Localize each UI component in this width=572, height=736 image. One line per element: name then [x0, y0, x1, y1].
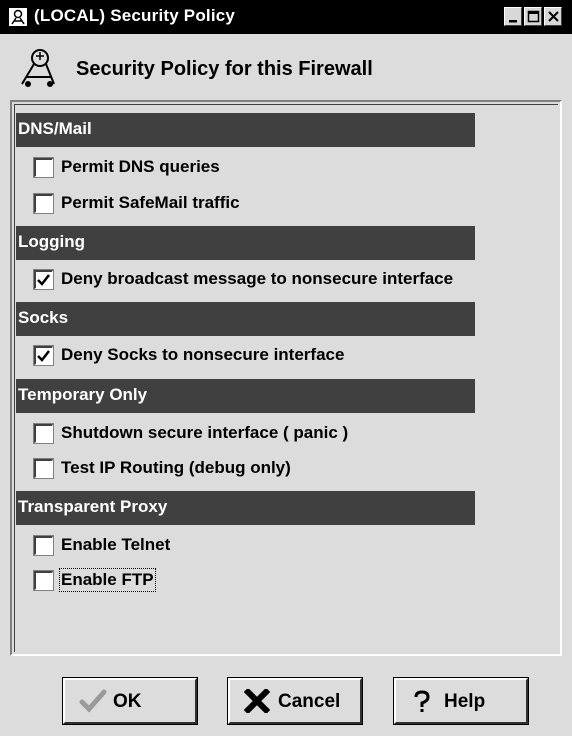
dialog-heading: Security Policy for this Firewall: [76, 58, 373, 80]
option-label: Deny broadcast message to nonsecure inte…: [61, 269, 454, 288]
checkmark-icon: [37, 350, 50, 362]
window-system-icon[interactable]: [8, 7, 28, 27]
option-label: Deny Socks to nonsecure interface: [61, 345, 345, 364]
maximize-icon: [527, 10, 540, 23]
option-label: Shutdown secure interface ( panic ): [61, 423, 349, 442]
checkbox-shutdown-secure-interface[interactable]: [33, 423, 54, 444]
option-label: Enable Telnet: [61, 535, 171, 554]
checkmark-icon: [37, 274, 50, 286]
section-header-transparent-proxy: Transparent Proxy: [16, 491, 475, 525]
option-label: Permit SafeMail traffic: [61, 193, 240, 212]
option-label: Test IP Routing (debug only): [61, 458, 291, 477]
close-button[interactable]: [544, 7, 562, 26]
title-bar[interactable]: (LOCAL) Security Policy: [0, 0, 572, 34]
cancel-button[interactable]: Cancel: [227, 677, 363, 725]
checkbox-enable-ftp[interactable]: [33, 570, 54, 591]
ok-label: OK: [113, 691, 142, 712]
checkbox-permit-safemail-traffic[interactable]: [33, 193, 54, 214]
checkmark-icon: [79, 689, 107, 718]
section-header-logging: Logging: [16, 226, 475, 260]
option-label: Permit DNS queries: [61, 157, 220, 176]
checkbox-enable-telnet[interactable]: [33, 535, 54, 556]
maximize-button[interactable]: [524, 7, 542, 26]
close-icon: [548, 11, 559, 22]
help-label: Help: [444, 691, 486, 712]
section-header-temporary-only: Temporary Only: [16, 379, 475, 413]
ok-button[interactable]: OK: [62, 677, 198, 725]
checkbox-test-ip-routing[interactable]: [33, 458, 54, 479]
minimize-button[interactable]: [504, 7, 522, 26]
checkbox-deny-broadcast-message[interactable]: [33, 269, 54, 290]
security-policy-window: (LOCAL) Security Policy Security Policy …: [0, 0, 572, 736]
option-label: Enable FTP: [59, 568, 156, 592]
help-button[interactable]: Help: [393, 677, 529, 725]
x-icon: [243, 687, 271, 718]
section-header-dns-mail: DNS/Mail: [16, 113, 475, 147]
question-icon: [410, 689, 434, 720]
checkbox-permit-dns-queries[interactable]: [33, 157, 54, 178]
section-header-socks: Socks: [16, 302, 475, 336]
checkbox-deny-socks[interactable]: [33, 345, 54, 366]
cancel-label: Cancel: [278, 691, 341, 712]
security-policy-icon: [16, 46, 60, 90]
dialog-header: Security Policy for this Firewall: [0, 34, 572, 96]
minimize-icon: [509, 20, 517, 23]
window-title: (LOCAL) Security Policy: [34, 6, 236, 25]
